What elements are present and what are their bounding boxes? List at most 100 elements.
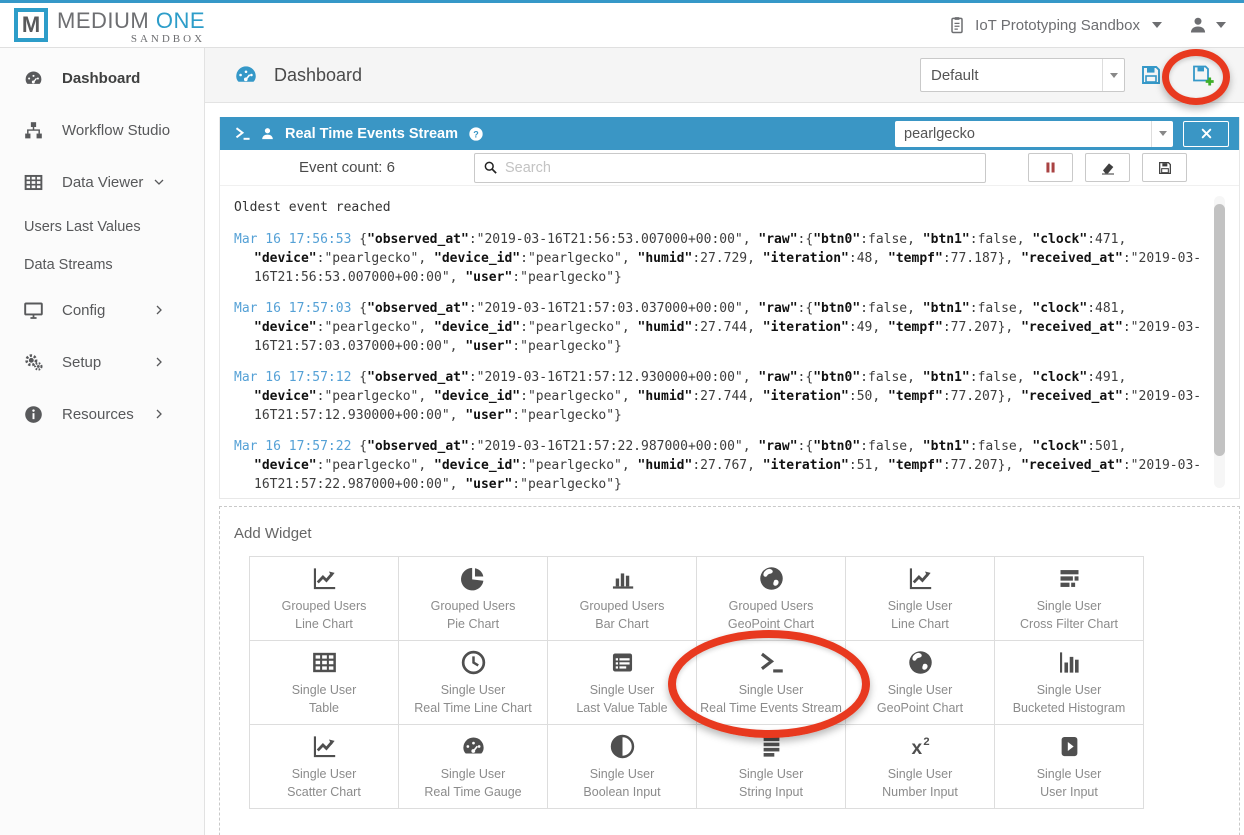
svg-text:?: ? [473, 129, 479, 139]
help-icon[interactable]: ? [468, 126, 484, 142]
brand-name: MEDIUM ONE [57, 7, 206, 33]
event-count: Event count: 6 [299, 159, 395, 176]
pie-chart-icon [460, 565, 487, 592]
sidebar-item-label: Config [62, 301, 106, 319]
chevron-right-icon [147, 304, 171, 316]
sidebar-item-data-streams[interactable]: Data Streams [0, 246, 204, 284]
widget-type-label: Line Chart [295, 616, 353, 631]
widget-type-label: Table [309, 700, 339, 715]
add-widget-single-user-real-time-events-stream[interactable]: Single User Real Time Events Stream [697, 641, 846, 725]
add-widget-single-user-geopoint-chart[interactable]: Single User GeoPoint Chart [846, 641, 995, 725]
brand-logo: M MEDIUM ONE SANDBOX [14, 6, 205, 45]
add-widget-single-user-bucketed-histogram[interactable]: Single User Bucketed Histogram [995, 641, 1144, 725]
select-caret[interactable] [1102, 59, 1124, 91]
add-widget-single-user-string-input[interactable]: Single User String Input [697, 725, 846, 809]
add-widget-single-user-real-time-gauge[interactable]: Single User Real Time Gauge [399, 725, 548, 809]
add-widget-single-user-table[interactable]: Single User Table [250, 641, 399, 725]
close-widget-button[interactable] [1183, 120, 1229, 147]
chevron-right-icon [147, 408, 171, 420]
sidebar: Dashboard Workflow Studio Data Viewer Users… [0, 48, 205, 835]
widget-group-label: Single User [738, 766, 804, 781]
globe-icon [758, 565, 785, 592]
widget-type-label: Bucketed Histogram [1012, 700, 1126, 715]
widget-type-label: Last Value Table [576, 700, 668, 715]
event-timestamp: Mar 16 17:57:03 [234, 301, 352, 316]
event-log-entry: Mar 16 17:57:12 {"observed_at":"2019-03-… [234, 370, 1202, 423]
pause-stream-button[interactable] [1028, 153, 1073, 182]
add-widget-single-user-line-chart[interactable]: Single User Line Chart [846, 557, 995, 641]
dashboard-icon [233, 62, 259, 88]
sidebar-item-dashboard[interactable]: Dashboard [0, 52, 204, 104]
add-widget-single-user-cross-filter-chart[interactable]: Single User Cross Filter Chart [995, 557, 1144, 641]
add-widget-grouped-users-pie-chart[interactable]: Grouped Users Pie Chart [399, 557, 548, 641]
widget-group-label: Grouped Users [281, 598, 367, 613]
event-log-entry: Mar 16 17:57:22 {"observed_at":"2019-03-… [234, 439, 1202, 492]
search-input[interactable] [505, 159, 985, 176]
widget-type-label: Scatter Chart [287, 784, 361, 799]
sidebar-item-label: Resources [62, 405, 134, 423]
pause-icon [1043, 160, 1058, 175]
widget-group-label: Single User [738, 682, 804, 697]
sidebar-item-setup[interactable]: Setup [0, 336, 204, 388]
add-widget-title: Add Widget [234, 525, 312, 542]
sidebar-item-config[interactable]: Config [0, 284, 204, 336]
save-stream-button[interactable] [1142, 153, 1187, 182]
add-widget-grouped-users-geopoint-chart[interactable]: Grouped Users GeoPoint Chart [697, 557, 846, 641]
histogram-icon [1056, 649, 1083, 676]
gauge-icon [21, 68, 45, 89]
widget-group-label: Single User [1036, 766, 1102, 781]
add-widget-grouped-users-line-chart[interactable]: Grouped Users Line Chart [250, 557, 399, 641]
save-dashboard-button[interactable] [1139, 63, 1163, 87]
add-dashboard-button[interactable] [1191, 63, 1215, 87]
device-select[interactable]: pearlgecko [895, 120, 1173, 147]
add-widget-single-user-real-time-line-chart[interactable]: Single User Real Time Line Chart [399, 641, 548, 725]
widget-group-label: Single User [440, 766, 506, 781]
add-widget-single-user-boolean-input[interactable]: Single User Boolean Input [548, 725, 697, 809]
string-input-icon [758, 733, 785, 760]
close-icon [1200, 127, 1213, 140]
sidebar-item-label: Data Streams [24, 257, 113, 273]
add-widget-single-user-scatter-chart[interactable]: Single User Scatter Chart [250, 725, 399, 809]
widget-type-label: Number Input [882, 784, 958, 799]
add-widget-grouped-users-bar-chart[interactable]: Grouped Users Bar Chart [548, 557, 697, 641]
svg-text:x: x [911, 737, 922, 758]
org-selector[interactable]: IoT Prototyping Sandbox [947, 15, 1162, 35]
widget-type-label: Line Chart [891, 616, 949, 631]
sidebar-item-data-viewer[interactable]: Data Viewer [0, 156, 204, 208]
sitemap-icon [21, 120, 45, 141]
caret-down-icon [1216, 22, 1226, 28]
user-menu[interactable] [1188, 15, 1226, 35]
dashboard-select-value: Default [931, 66, 979, 84]
event-log-entry: Mar 16 17:57:03 {"observed_at":"2019-03-… [234, 301, 1202, 354]
log-scrollbar-thumb[interactable] [1214, 204, 1225, 456]
sidebar-item-workflow-studio[interactable]: Workflow Studio [0, 104, 204, 156]
search-icon [483, 160, 498, 175]
clear-stream-button[interactable] [1085, 153, 1130, 182]
info-icon [21, 404, 45, 425]
brand-subtitle: SANDBOX [130, 32, 206, 45]
event-list: Mar 16 17:56:53 {"observed_at":"2019-03-… [234, 230, 1205, 498]
add-widget-single-user-last-value-table[interactable]: Single User Last Value Table [548, 641, 697, 725]
widget-type-label: Cross Filter Chart [1020, 616, 1118, 631]
sidebar-item-users-last-values[interactable]: Users Last Values [0, 208, 204, 246]
widget-type-label: Real Time Line Chart [414, 700, 532, 715]
eraser-icon [1100, 160, 1116, 176]
line-chart-icon [907, 565, 934, 592]
monitor-icon [21, 300, 45, 321]
widget-type-label: Bar Chart [595, 616, 649, 631]
widget-group-label: Single User [887, 682, 953, 697]
number-input-icon: x2 [907, 733, 934, 760]
sidebar-item-resources[interactable]: Resources [0, 388, 204, 440]
table-icon [311, 649, 338, 676]
sidebar-item-label: Workflow Studio [62, 121, 171, 139]
svg-text:2: 2 [923, 735, 929, 747]
add-widget-single-user-number-input[interactable]: x 2 Single User Number Input [846, 725, 995, 809]
dashboard-select[interactable]: Default [920, 58, 1125, 92]
add-widget-panel: Add Widget Grouped Users Line Chart Groupe… [219, 506, 1240, 835]
widget-group-label: Single User [887, 766, 953, 781]
select-caret[interactable] [1151, 120, 1173, 147]
gauge-icon [460, 733, 487, 760]
user-icon [1188, 15, 1208, 35]
medium-one-logo-icon: M [14, 7, 48, 42]
add-widget-single-user-user-input[interactable]: Single User User Input [995, 725, 1144, 809]
